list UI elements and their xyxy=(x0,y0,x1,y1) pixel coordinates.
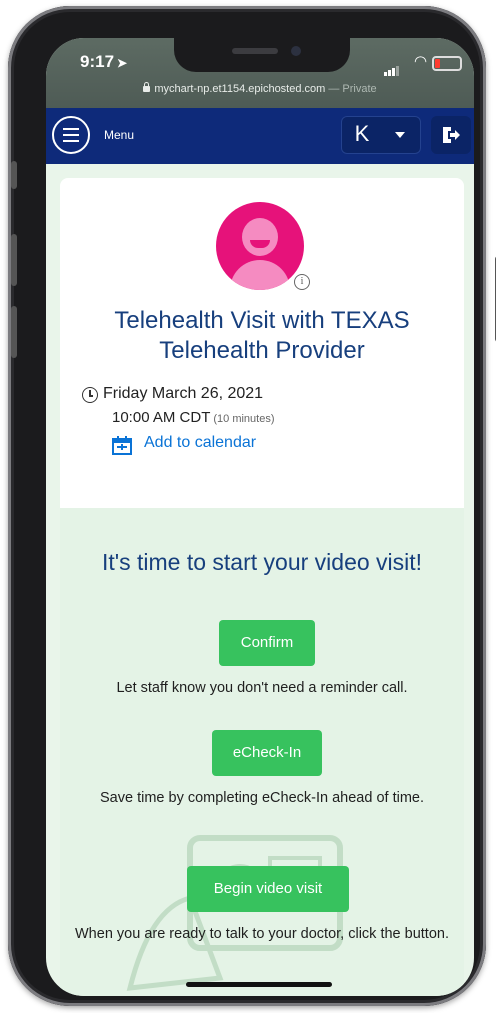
video-visit-heading: It's time to start your video visit! xyxy=(101,549,423,575)
status-time: 9:17 ➤ xyxy=(80,52,128,71)
visit-title: Telehealth Visit with TEXAS Telehealth P… xyxy=(114,307,410,364)
visit-details-card: i Telehealth Visit with TEXAS Telehealth… xyxy=(60,178,464,508)
echeckin-button[interactable]: eCheck-In xyxy=(212,730,322,776)
mute-switch xyxy=(11,161,17,189)
begin-video-description: When you are ready to talk to your docto… xyxy=(75,926,449,942)
front-camera xyxy=(291,46,301,56)
wifi-icon: ◠ xyxy=(414,53,428,70)
notch xyxy=(174,38,350,72)
url-text: mychart-np.et1154.epichosted.com xyxy=(154,83,326,95)
begin-video-visit-button[interactable]: Begin video visit xyxy=(187,866,349,912)
clock-icon xyxy=(82,387,98,403)
home-indicator[interactable] xyxy=(186,982,332,987)
video-visit-actions: It's time to start your video visit! Con… xyxy=(60,508,464,996)
battery-icon xyxy=(432,56,462,71)
private-label: — Private xyxy=(328,83,377,95)
speaker xyxy=(232,48,278,54)
logout-button[interactable] xyxy=(431,116,471,154)
calendar-add-icon[interactable] xyxy=(112,436,134,456)
lock-icon xyxy=(143,82,151,92)
menu-button[interactable] xyxy=(52,116,90,154)
app-header: Menu K xyxy=(46,108,474,164)
location-arrow-icon: ➤ xyxy=(117,56,128,70)
echeckin-description: Save time by completing eCheck-In ahead … xyxy=(100,790,424,806)
signal-icon xyxy=(384,58,400,76)
confirm-button[interactable]: Confirm xyxy=(219,620,315,666)
visit-duration: (10 minutes) xyxy=(213,413,275,425)
hamburger-menu-icon xyxy=(63,128,79,130)
visit-time: 10:00 AM CDT xyxy=(112,409,211,426)
info-icon[interactable]: i xyxy=(294,274,310,290)
add-to-calendar-link[interactable]: Add to calendar xyxy=(144,434,256,452)
visit-date: Friday March 26, 2021 xyxy=(103,385,264,402)
address-bar[interactable]: mychart-np.et1154.epichosted.com — Priva… xyxy=(46,82,474,95)
status-bar: 9:17 ➤ ◠ mychart-np.et1154.epichosted.com… xyxy=(46,38,474,108)
volume-down-button xyxy=(11,306,17,358)
menu-label[interactable]: Menu xyxy=(104,128,134,142)
user-account-button[interactable]: K xyxy=(341,116,421,154)
chevron-down-icon xyxy=(395,132,405,138)
volume-up-button xyxy=(11,234,17,286)
video-visit-illustration xyxy=(126,835,343,991)
phone-frame: 9:17 ➤ ◠ mychart-np.et1154.epichosted.com… xyxy=(8,6,496,1006)
screen: 9:17 ➤ ◠ mychart-np.et1154.epichosted.com… xyxy=(46,38,474,996)
provider-avatar[interactable] xyxy=(216,202,304,290)
logout-icon xyxy=(443,127,460,143)
confirm-description: Let staff know you don't need a reminder… xyxy=(116,680,408,696)
user-initial: K xyxy=(354,121,370,146)
visit-time-line: 10:00 AM CDT (10 minutes) xyxy=(112,409,275,426)
